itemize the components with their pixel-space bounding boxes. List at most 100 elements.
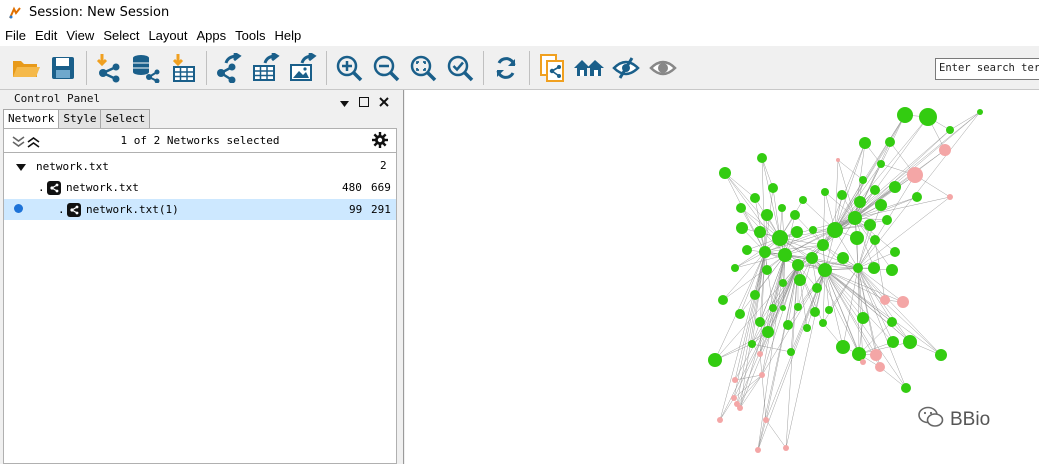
- network-node[interactable]: [731, 264, 739, 272]
- network-node[interactable]: [779, 279, 787, 287]
- collapse-arrow-icon[interactable]: [16, 161, 26, 174]
- network-node[interactable]: [754, 226, 766, 238]
- network-node[interactable]: [750, 290, 760, 300]
- network-edge[interactable]: [757, 419, 767, 451]
- network-node[interactable]: [877, 160, 885, 168]
- network-node[interactable]: [778, 248, 792, 262]
- network-node[interactable]: [850, 231, 864, 245]
- import-table-icon[interactable]: [165, 50, 201, 86]
- network-node[interactable]: [853, 263, 863, 273]
- tab-select[interactable]: Select: [100, 109, 151, 128]
- network-edge[interactable]: [857, 267, 894, 343]
- network-node[interactable]: [762, 265, 772, 275]
- tree-row[interactable]: . network.txt 480 669: [4, 177, 396, 198]
- menu-layout[interactable]: Layout: [144, 28, 191, 43]
- network-node[interactable]: [818, 263, 832, 277]
- menu-tools[interactable]: Tools: [231, 28, 269, 43]
- search-input[interactable]: Enter search term: [935, 58, 1039, 80]
- network-edge[interactable]: [751, 264, 799, 345]
- network-node[interactable]: [806, 252, 818, 264]
- network-node[interactable]: [769, 304, 777, 312]
- network-node[interactable]: [736, 222, 748, 234]
- network-node[interactable]: [885, 137, 895, 147]
- zoom-selected-icon[interactable]: [442, 50, 478, 86]
- network-node[interactable]: [757, 153, 767, 163]
- network-node[interactable]: [755, 447, 761, 453]
- network-edge[interactable]: [811, 257, 859, 269]
- network-node[interactable]: [809, 226, 817, 234]
- network-node[interactable]: [837, 252, 849, 264]
- menu-help[interactable]: Help: [271, 28, 306, 43]
- network-node[interactable]: [794, 303, 802, 311]
- network-edge[interactable]: [857, 267, 942, 356]
- network-node[interactable]: [791, 226, 803, 238]
- export-image-icon[interactable]: [285, 50, 321, 86]
- close-panel-icon[interactable]: [379, 92, 389, 111]
- network-edge[interactable]: [837, 159, 864, 181]
- network-node[interactable]: [761, 209, 773, 221]
- network-edge[interactable]: [857, 224, 871, 269]
- hide-icon[interactable]: [608, 50, 644, 86]
- network-node[interactable]: [783, 445, 789, 451]
- network-node[interactable]: [919, 108, 937, 126]
- network-node[interactable]: [887, 336, 899, 348]
- network-edge[interactable]: [822, 191, 826, 246]
- network-node[interactable]: [737, 405, 743, 411]
- export-network-icon[interactable]: [211, 50, 247, 86]
- network-node[interactable]: [837, 190, 847, 200]
- network-node[interactable]: [732, 377, 738, 383]
- network-edge[interactable]: [824, 269, 907, 389]
- network-node[interactable]: [812, 283, 822, 293]
- menu-view[interactable]: View: [62, 28, 98, 43]
- network-node[interactable]: [882, 215, 892, 225]
- network-node[interactable]: [875, 199, 887, 211]
- network-node[interactable]: [748, 340, 756, 348]
- network-node[interactable]: [903, 335, 917, 349]
- network-node[interactable]: [817, 239, 829, 251]
- network-node[interactable]: [901, 383, 911, 393]
- show-icon[interactable]: [645, 50, 681, 86]
- network-node[interactable]: [783, 320, 793, 330]
- network-node[interactable]: [887, 317, 897, 327]
- network-node[interactable]: [868, 262, 880, 274]
- network-node[interactable]: [864, 219, 876, 231]
- network-node[interactable]: [780, 305, 786, 311]
- import-network-icon[interactable]: [91, 50, 127, 86]
- network-node[interactable]: [836, 158, 840, 162]
- network-node[interactable]: [803, 324, 811, 332]
- network-node[interactable]: [819, 319, 827, 327]
- network-node[interactable]: [890, 247, 900, 257]
- zoom-out-icon[interactable]: [368, 50, 404, 86]
- network-node[interactable]: [946, 126, 954, 134]
- network-node[interactable]: [912, 192, 922, 202]
- network-node[interactable]: [889, 181, 901, 193]
- network-node[interactable]: [875, 362, 885, 372]
- network-node[interactable]: [708, 353, 722, 367]
- network-node[interactable]: [790, 210, 800, 220]
- network-node[interactable]: [854, 196, 866, 208]
- network-node[interactable]: [897, 107, 913, 123]
- tree-row[interactable]: network.txt 2: [4, 155, 396, 176]
- network-node[interactable]: [763, 417, 769, 423]
- network-node[interactable]: [759, 372, 765, 378]
- import-network-database-icon[interactable]: [128, 50, 164, 86]
- network-node[interactable]: [778, 204, 786, 212]
- menu-file[interactable]: File: [1, 28, 30, 43]
- network-node[interactable]: [870, 185, 880, 195]
- network-node[interactable]: [836, 340, 850, 354]
- network-node[interactable]: [857, 312, 869, 324]
- network-node[interactable]: [886, 264, 898, 276]
- network-node[interactable]: [717, 417, 723, 423]
- network-edge[interactable]: [759, 353, 763, 376]
- network-node[interactable]: [759, 246, 771, 258]
- panel-menu-icon[interactable]: [340, 92, 349, 111]
- network-edge[interactable]: [879, 366, 907, 389]
- network-node[interactable]: [810, 307, 820, 317]
- zoom-fit-icon[interactable]: [405, 50, 441, 86]
- network-edge[interactable]: [719, 251, 766, 421]
- network-node[interactable]: [939, 144, 951, 156]
- export-table-icon[interactable]: [248, 50, 284, 86]
- network-edge[interactable]: [739, 374, 763, 409]
- network-edge[interactable]: [834, 141, 891, 231]
- network-node[interactable]: [870, 235, 880, 245]
